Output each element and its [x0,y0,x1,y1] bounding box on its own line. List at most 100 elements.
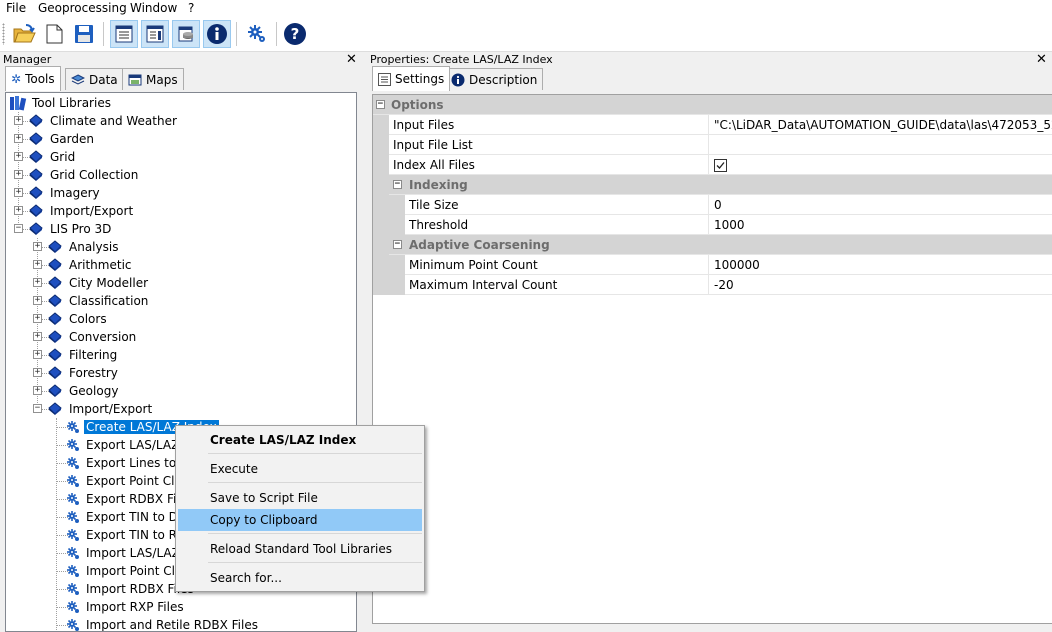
tab-settings[interactable]: Settings [372,66,451,91]
property-row[interactable]: Tile Size 0 [405,195,1052,215]
tab-description[interactable]: Description [445,68,544,90]
tree-item[interactable]: Import/Export [28,202,135,220]
tree-item[interactable]: Grid Collection [28,166,140,184]
new-file-icon[interactable] [40,20,68,48]
index-all-checkbox[interactable] [714,159,727,172]
menu-window[interactable]: Window [130,1,177,15]
property-row[interactable]: Minimum Point Count 100000 [405,255,1052,275]
menu-item-save-script[interactable]: Save to Script File [178,487,422,509]
list-view-icon[interactable] [110,20,138,48]
library-book-icon [28,204,48,218]
tab-maps[interactable]: Maps [122,68,184,90]
property-row[interactable]: Input File List [389,135,1052,155]
tool-gear-icon [66,456,84,470]
tree-item[interactable]: Import/Export [47,400,154,418]
context-menu: Create LAS/LAZ Index Execute Save to Scr… [175,425,425,592]
collapse-icon[interactable]: − [393,240,402,249]
save-icon[interactable] [70,20,98,48]
menu-item-search[interactable]: Search for... [178,567,422,589]
manager-title: Manager [3,53,52,66]
menu-item-reload-libraries[interactable]: Reload Standard Tool Libraries [178,538,422,560]
input-file-list-value[interactable] [708,135,1052,155]
expand-icon[interactable]: + [14,116,23,125]
properties-pane: Properties: Create LAS/LAZ Index ✕ Setti… [367,52,1052,624]
tree-item[interactable]: Import and Retile RDBX Files [66,616,260,631]
menu-geoprocessing[interactable]: Geoprocessing [38,1,127,15]
expand-icon[interactable]: + [33,296,42,305]
library-book-icon [47,402,67,416]
library-book-icon [28,222,48,236]
menu-file[interactable]: File [6,1,26,15]
expand-icon[interactable]: + [33,386,42,395]
max-interval-count-value[interactable]: -20 [708,275,1052,295]
tree-item[interactable]: Analysis [47,238,120,256]
tree-item[interactable]: Import RXP Files [66,598,186,616]
expand-icon[interactable]: + [33,368,42,377]
property-row[interactable]: Input Files "C:\LiDAR_Data\AUTOMATION_GU… [389,115,1052,135]
tool-gear-icon [66,492,84,506]
tile-size-value[interactable]: 0 [708,195,1052,215]
open-folder-icon[interactable] [10,20,38,48]
tree-item-label: Classification [69,294,149,308]
menu-item-execute[interactable]: Execute [178,458,422,480]
properties-close-icon[interactable]: ✕ [1036,52,1047,67]
expand-icon[interactable]: + [14,152,23,161]
properties-title: Properties: Create LAS/LAZ Index [370,53,553,66]
library-book-icon [28,186,48,200]
layers-icon [71,73,85,85]
tree-item[interactable]: Imagery [28,184,102,202]
tree-item[interactable]: LIS Pro 3D [28,220,113,238]
tree-item[interactable]: Forestry [47,364,120,382]
collapse-icon[interactable]: − [33,404,42,413]
min-point-count-value[interactable]: 100000 [708,255,1052,275]
tree-root[interactable]: Tool Libraries [9,94,113,112]
tree-item[interactable]: Grid [28,148,77,166]
data-view-icon[interactable] [172,20,200,48]
gear-icon[interactable] [243,20,271,48]
tab-tools[interactable]: ✲ Tools [5,66,61,91]
collapse-icon[interactable]: − [376,100,385,109]
collapse-icon[interactable]: − [14,224,23,233]
expand-icon[interactable]: + [33,242,42,251]
tree-item[interactable]: Colors [47,310,109,328]
category-adaptive-coarsening[interactable]: − Adaptive Coarsening [389,235,1052,255]
toolbar-grip[interactable] [2,23,5,45]
menu-item-copy-clipboard[interactable]: Copy to Clipboard [178,509,422,531]
category-indexing[interactable]: − Indexing [389,175,1052,195]
tree-item[interactable]: Arithmetic [47,256,134,274]
help-icon[interactable]: ? [281,20,309,48]
tree-item-label: Grid [50,150,76,164]
input-files-value[interactable]: "C:\LiDAR_Data\AUTOMATION_GUIDE\data\las… [708,115,1052,135]
tree-item[interactable]: City Modeller [47,274,150,292]
category-options[interactable]: − Options [373,95,1052,115]
expand-icon[interactable]: + [33,278,42,287]
expand-icon[interactable]: + [14,206,23,215]
expand-icon[interactable]: + [33,350,42,359]
menu-help[interactable]: ? [188,1,194,15]
tree-item-label: Analysis [69,240,119,254]
tree-item[interactable]: Geology [47,382,120,400]
details-view-icon[interactable] [141,20,169,48]
tree-item[interactable]: Climate and Weather [28,112,179,130]
property-row[interactable]: Threshold 1000 [405,215,1052,235]
expand-icon[interactable]: + [33,314,42,323]
collapse-icon[interactable]: − [393,180,402,189]
property-row[interactable]: Maximum Interval Count -20 [405,275,1052,295]
threshold-value[interactable]: 1000 [708,215,1052,235]
expand-icon[interactable]: + [14,134,23,143]
expand-icon[interactable]: + [33,332,42,341]
property-row[interactable]: Index All Files [389,155,1052,175]
tree-item[interactable]: Classification [47,292,150,310]
tree-item-label: Import/Export [50,204,134,218]
menu-item-title[interactable]: Create LAS/LAZ Index [178,429,422,451]
info-icon[interactable] [203,20,231,48]
tree-item[interactable]: Garden [28,130,96,148]
tree-item-label: Import RXP Files [86,600,184,614]
expand-icon[interactable]: + [14,188,23,197]
manager-close-icon[interactable]: ✕ [346,52,357,67]
expand-icon[interactable]: + [14,170,23,179]
tab-data[interactable]: Data [65,68,124,90]
tree-item[interactable]: Conversion [47,328,138,346]
expand-icon[interactable]: + [33,260,42,269]
tree-item[interactable]: Filtering [47,346,119,364]
